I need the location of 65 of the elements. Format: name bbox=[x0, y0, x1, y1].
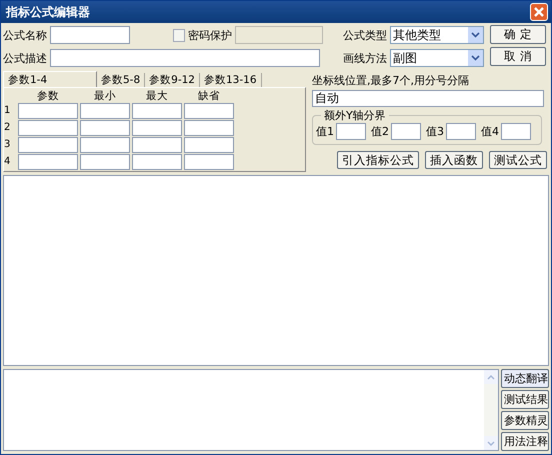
value-label: 值2 bbox=[371, 124, 389, 139]
parameter-field[interactable] bbox=[80, 103, 130, 119]
password-checkbox[interactable] bbox=[173, 28, 185, 42]
parameter-tab[interactable]: 参数9-12 bbox=[145, 73, 200, 87]
parameter-field[interactable] bbox=[18, 154, 78, 170]
formula-description-label: 公式描述 bbox=[3, 50, 47, 66]
side-button[interactable]: 参数精灵 bbox=[501, 411, 549, 430]
window-title: 指标公式编辑器 bbox=[6, 4, 90, 20]
parameter-field[interactable] bbox=[132, 120, 182, 136]
formula-name-label: 公式名称 bbox=[3, 28, 47, 42]
column-header: 参数 bbox=[36, 90, 60, 102]
formula-description-field[interactable] bbox=[50, 49, 320, 67]
close-icon bbox=[533, 6, 545, 18]
tool-button[interactable]: 插入函数 bbox=[425, 151, 483, 169]
parameter-field[interactable] bbox=[80, 154, 130, 170]
parameter-field[interactable] bbox=[80, 120, 130, 136]
parameter-field[interactable] bbox=[184, 120, 234, 136]
axis-position-field[interactable]: 自动 bbox=[312, 90, 544, 107]
group-title: 额外Y轴分界 bbox=[321, 108, 389, 123]
row-number: 4 bbox=[4, 155, 12, 169]
column-header: 最小 bbox=[93, 90, 117, 102]
side-button[interactable]: 动态翻译 bbox=[501, 369, 549, 388]
formula-type-dropdown[interactable]: 其他类型 bbox=[390, 26, 484, 44]
parameter-field[interactable] bbox=[80, 137, 130, 153]
row-number: 3 bbox=[4, 138, 12, 152]
column-header: 最大 bbox=[145, 90, 169, 102]
formula-type-label: 公式类型 bbox=[343, 28, 387, 42]
parameter-tab[interactable]: 参数1-4 bbox=[3, 71, 97, 87]
value-field[interactable] bbox=[336, 123, 366, 140]
close-button[interactable] bbox=[530, 3, 548, 21]
draw-method-dropdown[interactable]: 副图 bbox=[390, 49, 484, 67]
cancel-button[interactable]: 取 消 bbox=[490, 47, 546, 66]
parameter-field[interactable] bbox=[184, 154, 234, 170]
value-field[interactable] bbox=[391, 123, 421, 140]
parameter-field[interactable] bbox=[18, 120, 78, 136]
parameter-field[interactable] bbox=[132, 137, 182, 153]
draw-method-label: 画线方法 bbox=[343, 50, 387, 66]
value-field[interactable] bbox=[446, 123, 476, 140]
ok-button[interactable]: 确 定 bbox=[490, 25, 546, 44]
axis-position-label: 坐标线位置,最多7个,用分号分隔 bbox=[312, 73, 470, 88]
parameter-field[interactable] bbox=[18, 137, 78, 153]
value-label: 值1 bbox=[316, 124, 334, 139]
formula-name-field[interactable] bbox=[50, 26, 130, 44]
parameter-field[interactable] bbox=[132, 103, 182, 119]
side-button[interactable]: 测试结果 bbox=[501, 390, 549, 409]
parameter-field[interactable] bbox=[18, 103, 78, 119]
parameter-field[interactable] bbox=[184, 137, 234, 153]
scroll-down-icon[interactable] bbox=[484, 436, 498, 450]
scrollbar[interactable] bbox=[484, 370, 498, 450]
tool-button[interactable]: 引入指标公式 bbox=[337, 151, 419, 169]
side-button[interactable]: 用法注释 bbox=[501, 432, 549, 451]
parameter-tab[interactable]: 参数5-8 bbox=[97, 73, 146, 87]
output-area[interactable] bbox=[3, 369, 499, 451]
column-header: 缺省 bbox=[197, 90, 221, 102]
row-number: 1 bbox=[4, 104, 12, 118]
parameter-field[interactable] bbox=[132, 154, 182, 170]
tool-button[interactable]: 测试公式 bbox=[489, 151, 547, 169]
row-number: 2 bbox=[4, 121, 12, 135]
value-label: 值3 bbox=[426, 124, 444, 139]
scroll-up-icon[interactable] bbox=[484, 370, 498, 384]
value-field[interactable] bbox=[501, 123, 531, 140]
parameter-tab[interactable]: 参数13-16 bbox=[200, 73, 262, 87]
value-label: 值4 bbox=[481, 124, 499, 139]
parameter-field[interactable] bbox=[184, 103, 234, 119]
password-label: 密码保护 bbox=[188, 28, 232, 42]
